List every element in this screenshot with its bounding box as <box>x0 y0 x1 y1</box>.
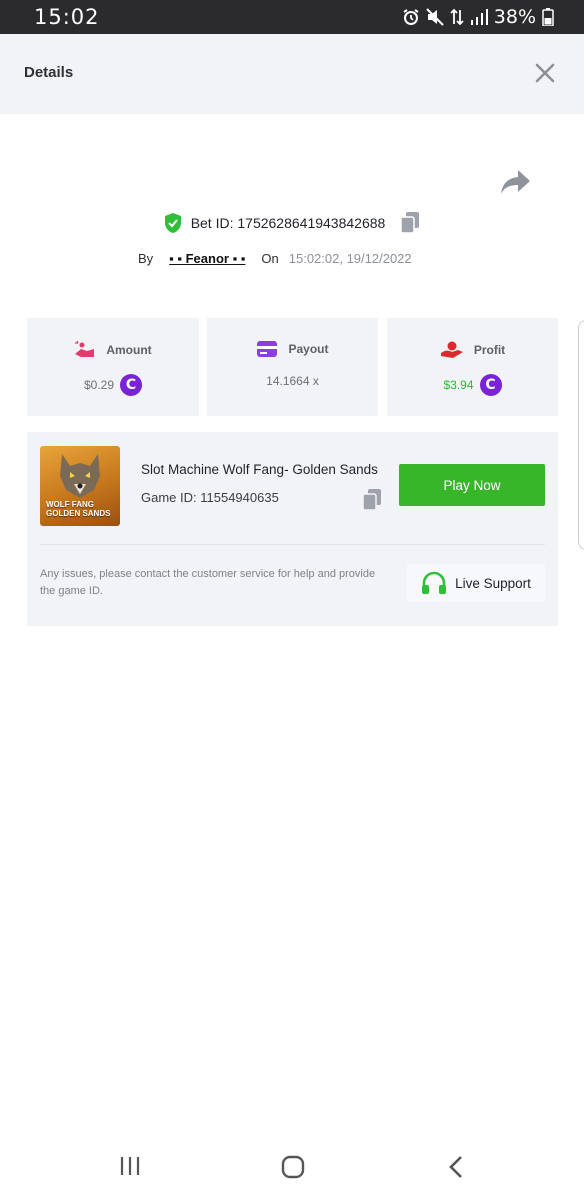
bet-id-row: Bet ID: 1752628641943842688 <box>0 210 584 236</box>
close-icon[interactable] <box>534 62 556 84</box>
wolf-image <box>60 454 100 498</box>
card-icon <box>257 341 278 357</box>
data-arrows-icon <box>450 8 464 26</box>
system-nav-bar <box>0 1136 584 1200</box>
payout-card: Payout 14.1664 x <box>207 318 378 416</box>
payout-value: 14.1664 x <box>266 374 319 388</box>
details-header: Details <box>0 34 584 114</box>
hand-coin-icon <box>75 340 95 357</box>
battery-icon <box>542 8 554 26</box>
game-id: Game ID: 11554940635 <box>141 490 279 505</box>
live-support-button[interactable]: Live Support <box>407 564 545 602</box>
live-support-label: Live Support <box>455 575 531 591</box>
signal-icon <box>470 9 488 25</box>
username-link[interactable]: ▪ ▪ Feanor ▪ ▪ <box>169 251 245 266</box>
divider <box>40 544 545 545</box>
game-thumbnail[interactable]: WOLF FANG GOLDEN SANDS <box>40 446 120 526</box>
payout-label: Payout <box>288 342 329 356</box>
support-note: Any issues, please contact the customer … <box>40 568 376 597</box>
headphones-icon <box>422 571 447 594</box>
battery-percent: 38% <box>493 6 536 28</box>
game-panel: WOLF FANG GOLDEN SANDS Slot Machine Wolf… <box>27 432 558 626</box>
page-title: Details <box>24 64 74 81</box>
bet-meta-row: By ▪ ▪ Feanor ▪ ▪ On 15:02:02, 19/12/202… <box>138 248 412 268</box>
coin-icon: C <box>479 374 502 396</box>
profit-value: $3.94 <box>443 378 474 392</box>
thumbnail-title: WOLF FANG GOLDEN SANDS <box>46 500 111 518</box>
home-icon[interactable] <box>280 1154 306 1180</box>
amount-label: Amount <box>106 343 152 357</box>
back-icon[interactable] <box>446 1154 466 1180</box>
copy-icon[interactable] <box>399 211 421 235</box>
share-icon[interactable] <box>500 168 532 196</box>
shield-check-icon <box>164 213 181 233</box>
game-name: Slot Machine Wolf Fang- Golden Sands <box>141 462 378 477</box>
play-now-button[interactable]: Play Now <box>399 464 545 506</box>
status-bar: 15:02 38% <box>0 0 584 34</box>
recent-apps-icon[interactable] <box>118 1154 142 1178</box>
amount-card: Amount $0.29 C <box>27 318 199 416</box>
side-drawer-edge[interactable] <box>578 320 584 550</box>
amount-value: $0.29 <box>83 378 115 392</box>
profit-card: Profit $3.94 C <box>387 318 558 416</box>
profit-hand-icon <box>440 341 463 358</box>
coin-icon: C <box>120 374 143 396</box>
status-time: 15:02 <box>34 5 100 29</box>
by-label: By <box>138 250 154 266</box>
on-label: On <box>261 250 279 266</box>
bet-datetime: 15:02:02, 19/12/2022 <box>288 250 412 266</box>
alarm-icon <box>403 9 419 25</box>
mute-icon <box>426 8 444 26</box>
profit-label: Profit <box>473 343 506 357</box>
bet-id: Bet ID: 1752628641943842688 <box>190 215 386 231</box>
status-icons: 38% <box>402 6 554 28</box>
copy-icon[interactable] <box>361 488 383 512</box>
